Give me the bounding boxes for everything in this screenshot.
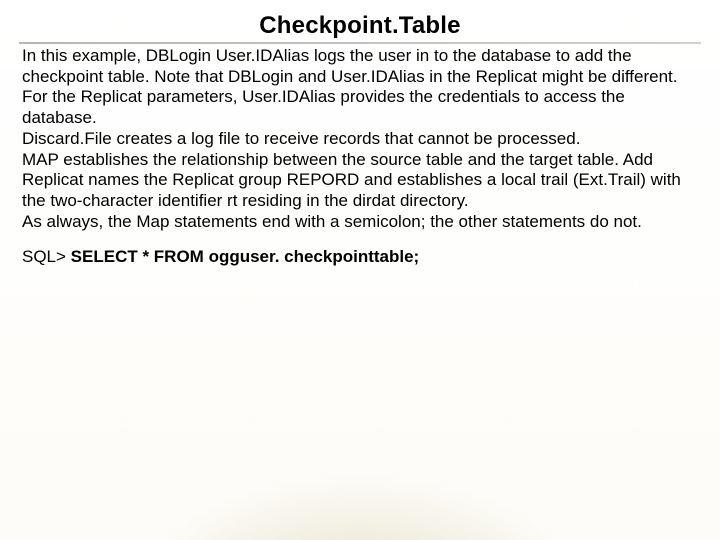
sql-prompt: SQL> xyxy=(22,247,71,266)
slide-title: Checkpoint.Table xyxy=(0,0,720,40)
slide: Checkpoint.Table In this example, DBLogi… xyxy=(0,0,720,540)
paragraph-3: MAP establishes the relationship between… xyxy=(22,150,700,212)
paragraph-2: Discard.File creates a log file to recei… xyxy=(22,129,700,150)
spacer xyxy=(22,233,700,247)
sql-statement: SELECT * FROM ogguser. checkpointtable; xyxy=(71,247,420,266)
paragraph-1: In this example, DBLogin User.IDAlias lo… xyxy=(22,46,700,129)
slide-body: In this example, DBLogin User.IDAlias lo… xyxy=(0,44,720,267)
sql-line: SQL> SELECT * FROM ogguser. checkpointta… xyxy=(22,247,700,268)
title-underline xyxy=(19,42,701,44)
paragraph-4: As always, the Map statements end with a… xyxy=(22,212,700,233)
